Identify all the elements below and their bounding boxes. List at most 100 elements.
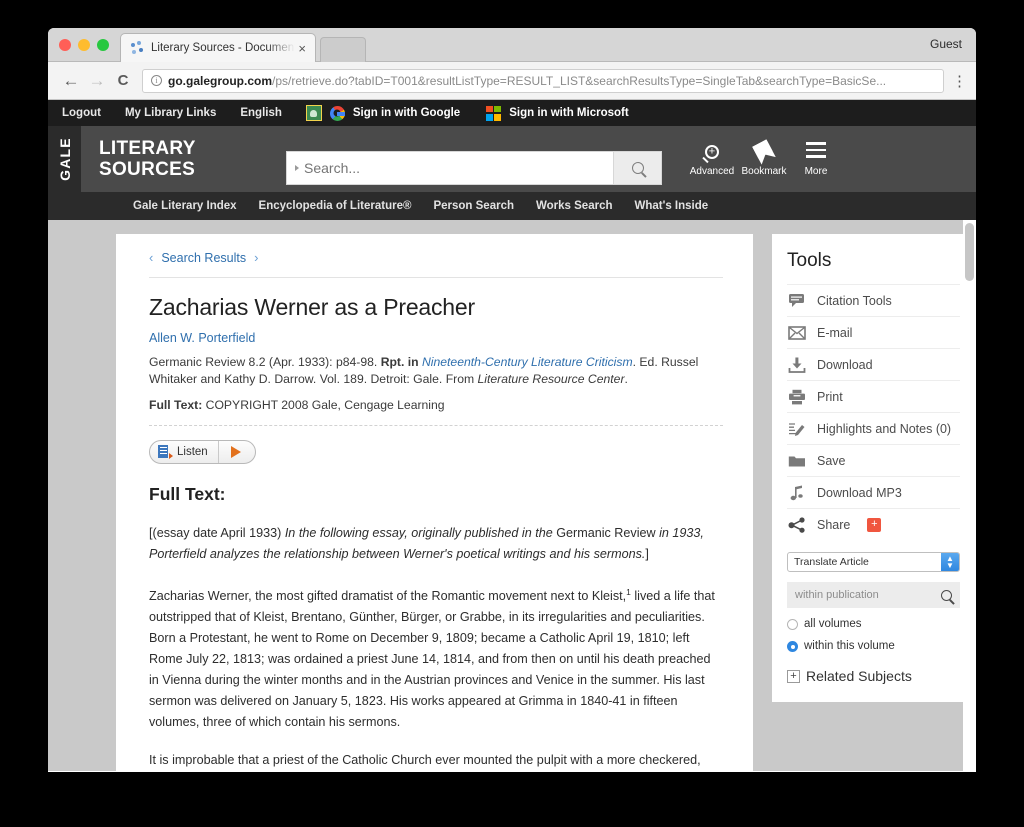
text-run: It is improbable that a priest of the Ca… (149, 753, 701, 768)
divider-dashed (149, 425, 723, 426)
breadcrumb-search-results-link[interactable]: Search Results (161, 251, 246, 265)
tool-highlights-notes[interactable]: Highlights and Notes (0) (787, 412, 960, 444)
microsoft-signin-group[interactable]: Sign in with Microsoft (486, 105, 629, 121)
fulltext-heading: Full Text: (149, 484, 226, 504)
tool-download[interactable]: Download (787, 348, 960, 380)
gale-logo-text: GALE (56, 137, 73, 181)
page-scrollbar[interactable] (963, 220, 976, 771)
article-paragraph: Zacharias Werner, the most gifted dramat… (149, 582, 723, 733)
download-icon (787, 355, 806, 374)
window-controls[interactable] (59, 39, 109, 51)
content-area: ‹ Search Results › Zacharias Werner as a… (48, 220, 976, 771)
back-icon[interactable]: ← (58, 71, 84, 91)
brand-line-1: LITERARY (99, 138, 196, 159)
browser-menu-icon[interactable]: ⋮ (952, 72, 967, 90)
share-nodes-icon (787, 515, 806, 534)
search-input[interactable] (304, 159, 613, 176)
masthead-actions: + Advanced Bookmark More (686, 139, 842, 192)
google-signin-group[interactable]: Sign in with Google (305, 105, 461, 121)
bookmark-button[interactable]: Bookmark (738, 139, 790, 177)
radio-all-volumes[interactable]: all volumes (787, 618, 960, 630)
radio-button[interactable] (787, 618, 798, 630)
new-tab-button[interactable] (320, 37, 366, 62)
site-masthead: GALE LITERARY SOURCES + Advanced (48, 126, 976, 192)
scrollbar-thumb[interactable] (965, 223, 974, 281)
translate-article-select[interactable]: Translate Article ▲ ▼ (787, 552, 960, 572)
browser-tab[interactable]: Literary Sources - Document × (120, 33, 316, 62)
within-publication-search[interactable]: within publication (787, 582, 960, 608)
search-icon[interactable] (941, 589, 952, 601)
nav-item-whats-inside[interactable]: What's Inside (635, 200, 709, 212)
more-label: More (804, 166, 828, 177)
nav-item-works-search[interactable]: Works Search (536, 200, 613, 212)
microsoft-signin-label: Sign in with Microsoft (509, 107, 629, 119)
search-icon (631, 161, 644, 174)
search-submit-button[interactable] (614, 150, 662, 185)
search-caret-icon (295, 164, 299, 171)
address-bar[interactable]: i go.galegroup.com /ps/retrieve.do?tabID… (142, 68, 944, 93)
nav-item-gale-literary-index[interactable]: Gale Literary Index (133, 200, 237, 212)
logout-link[interactable]: Logout (62, 107, 101, 119)
my-library-links-link[interactable]: My Library Links (125, 107, 216, 119)
radio-label: all volumes (804, 618, 862, 630)
url-host: go.galegroup.com (168, 73, 273, 88)
site-info-icon[interactable]: i (151, 75, 162, 86)
minimize-window-button[interactable] (78, 39, 90, 51)
tool-print[interactable]: Print (787, 380, 960, 412)
related-subjects-toggle[interactable]: + Related Subjects (787, 668, 960, 684)
microsoft-icon (486, 105, 502, 121)
highlight-pencil-icon (787, 419, 806, 438)
tool-email[interactable]: E-mail (787, 316, 960, 348)
nav-item-encyclopedia-of-literature[interactable]: Encyclopedia of Literature® (259, 200, 412, 212)
share-add-badge[interactable]: + (867, 517, 882, 532)
tool-share[interactable]: Share + (787, 508, 960, 540)
nav-item-person-search[interactable]: Person Search (433, 200, 514, 212)
tool-save[interactable]: Save (787, 444, 960, 476)
breadcrumb-prev-icon[interactable]: ‹ (149, 250, 153, 265)
google-signin-label: Sign in with Google (352, 107, 461, 119)
more-button[interactable]: More (790, 140, 842, 177)
citation-source-link[interactable]: Nineteenth-Century Literature Criticism (422, 355, 633, 369)
radio-within-this-volume[interactable]: within this volume (787, 640, 960, 652)
citation-end: . (624, 371, 628, 386)
close-icon[interactable]: × (295, 42, 309, 55)
play-button[interactable] (219, 446, 253, 458)
profile-label[interactable]: Guest (930, 37, 962, 51)
spinner-icon (130, 41, 144, 55)
text-run: ] (645, 547, 649, 561)
page-viewport: Logout My Library Links English Sign in … (48, 100, 976, 771)
radio-label: within this volume (804, 640, 895, 652)
language-link[interactable]: English (240, 107, 282, 119)
radio-button-selected[interactable] (787, 640, 798, 652)
gale-logo[interactable]: GALE (48, 126, 81, 192)
advanced-search-button[interactable]: + Advanced (686, 140, 738, 177)
text-run: Germanic Review (556, 526, 660, 540)
copyright-line: Full Text: COPYRIGHT 2008 Gale, Cengage … (149, 398, 723, 412)
tool-label: Highlights and Notes (0) (817, 421, 952, 436)
google-classroom-icon[interactable] (305, 105, 322, 121)
forward-icon[interactable]: → (84, 71, 110, 91)
article-citation: Germanic Review 8.2 (Apr. 1933): p84-98.… (149, 354, 723, 387)
tool-label: Save (817, 453, 846, 468)
reload-icon[interactable]: C (110, 72, 136, 89)
article-author-link[interactable]: Allen W. Porterfield (149, 331, 723, 345)
article-paragraph: It is improbable that a priest of the Ca… (149, 750, 723, 771)
listen-button[interactable]: Listen (149, 440, 256, 464)
chevron-updown-icon: ▲ ▼ (941, 553, 959, 571)
search-area (286, 143, 662, 192)
tool-download-mp3[interactable]: Download MP3 (787, 476, 960, 508)
breadcrumb-next-icon[interactable]: › (254, 250, 258, 265)
tool-citation-tools[interactable]: Citation Tools (787, 284, 960, 316)
printer-icon (787, 387, 806, 406)
tool-label: E-mail (817, 325, 853, 340)
maximize-window-button[interactable] (97, 39, 109, 51)
brand-line-2: SOURCES (99, 159, 196, 180)
breadcrumb: ‹ Search Results › (149, 250, 723, 277)
divider (149, 277, 723, 278)
within-publication-placeholder: within publication (795, 589, 879, 601)
tool-label: Print (817, 389, 843, 404)
magnifier-plus-icon: + (686, 140, 738, 164)
close-window-button[interactable] (59, 39, 71, 51)
search-box[interactable] (286, 150, 614, 185)
citation-rpt-label: Rpt. in (380, 355, 422, 369)
